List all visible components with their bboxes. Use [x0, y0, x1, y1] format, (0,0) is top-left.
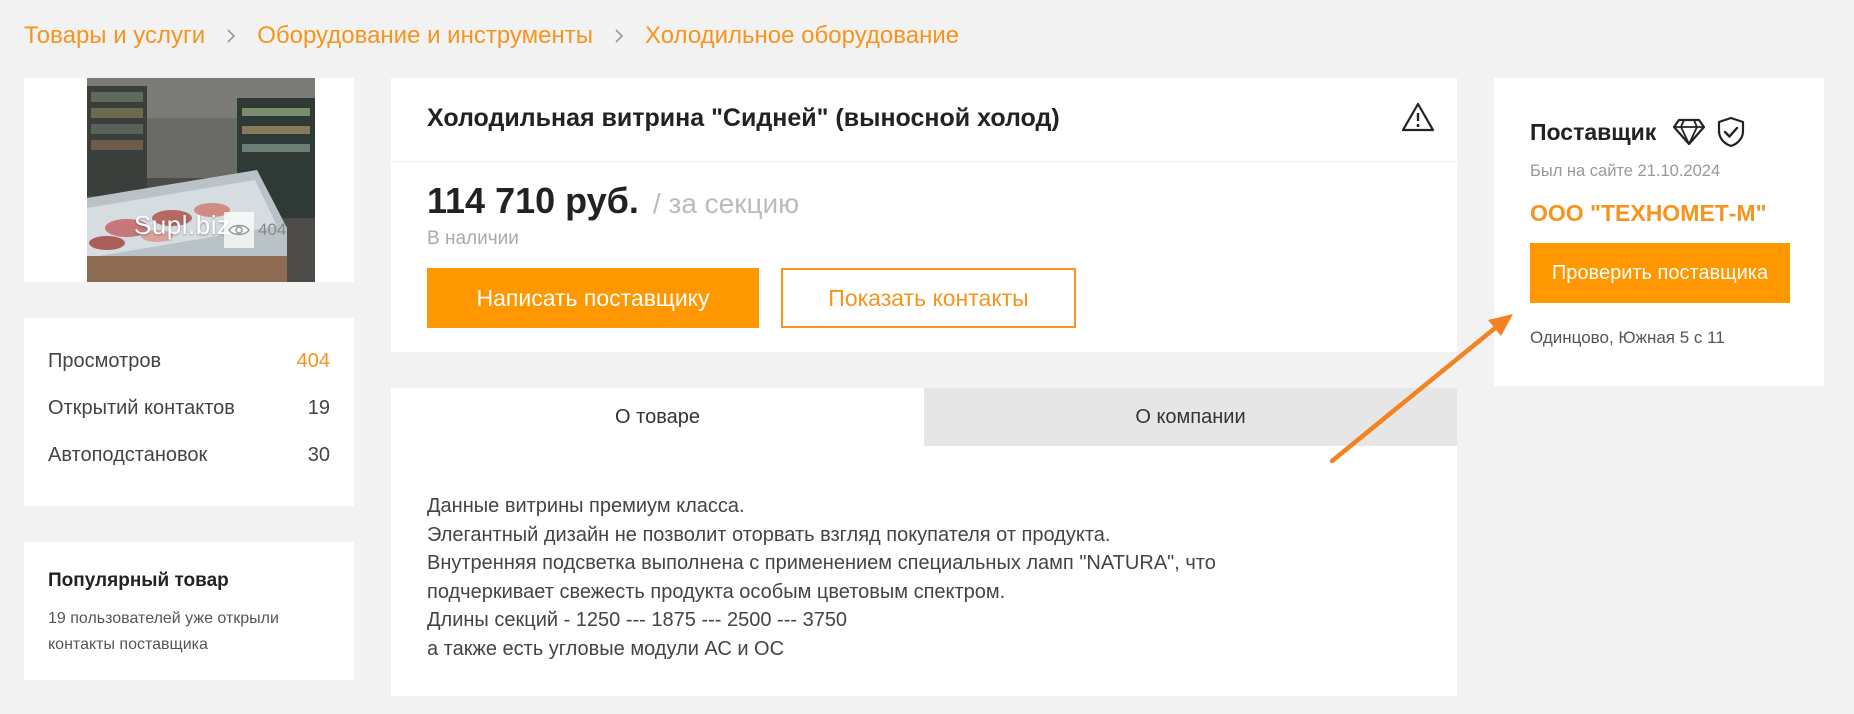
stat-value: 19	[307, 397, 330, 419]
stock-status: В наличии	[427, 228, 519, 249]
popular-title: Популярный товар	[48, 570, 229, 591]
stat-label: Автоподстановок	[48, 444, 208, 466]
popular-text: 19 пользователей уже открыли контакты по…	[48, 610, 279, 653]
breadcrumb-item-refrigeration[interactable]: Холодильное оборудование	[645, 22, 959, 50]
stat-row-views: Просмотров 404	[48, 350, 330, 373]
breadcrumb-item-goods[interactable]: Товары и услуги	[24, 22, 205, 50]
product-photo[interactable]	[87, 78, 315, 282]
supplier-card: Поставщик Был на сайте 21.10.2024 ООО "Т…	[1494, 78, 1824, 386]
breadcrumb-item-equipment[interactable]: Оборудование и инструменты	[257, 22, 593, 50]
chevron-right-icon	[614, 28, 624, 44]
last-seen: Был на сайте 21.10.2024	[1530, 162, 1721, 180]
stats-card: Просмотров 404 Открытий контактов 19 Авт…	[24, 318, 354, 506]
write-supplier-button[interactable]: Написать поставщику	[427, 268, 759, 328]
stat-row-contacts: Открытий контактов 19	[48, 397, 330, 420]
stat-value: 404	[296, 350, 330, 372]
warning-icon[interactable]	[1401, 102, 1435, 137]
divider	[391, 161, 1457, 162]
product-price: 114 710 руб.	[427, 180, 639, 221]
stat-label: Просмотров	[48, 350, 162, 372]
description-line: Данные витрины премиум класса.	[427, 495, 745, 517]
popular-card: Популярный товар 19 пользователей уже от…	[24, 542, 354, 680]
price-unit: / за секцию	[652, 188, 800, 219]
shield-check-icon	[1716, 116, 1746, 148]
breadcrumb: Товары и услуги Оборудование и инструмен…	[24, 22, 959, 50]
photo-views: 404	[224, 212, 286, 248]
supplier-title: Поставщик	[1530, 118, 1657, 145]
tabs-card: О товаре О компании Данные витрины преми…	[391, 388, 1457, 696]
chevron-right-icon	[226, 28, 236, 44]
tab-company[interactable]: О компании	[924, 388, 1457, 446]
show-contacts-button[interactable]: Показать контакты	[781, 268, 1076, 328]
description-line: Внутренняя подсветка выполнена с примене…	[427, 552, 1216, 603]
tab-product[interactable]: О товаре	[391, 388, 924, 446]
eye-icon	[224, 212, 254, 248]
description-line: Элегантный дизайн не позволит оторвать в…	[427, 523, 1111, 546]
stat-row-autosubstitutions: Автоподстановок 30	[48, 444, 330, 467]
stat-value: 30	[307, 444, 330, 466]
photo-watermark: Supl.biz	[134, 210, 231, 240]
product-title: Холодильная витрина "Сидней" (выносной х…	[427, 104, 1060, 132]
description-line: а также есть угловые модули АС и ОС	[427, 637, 785, 660]
photo-views-count: 404	[258, 220, 287, 239]
description-line: Длины секций - 1250 --- 1875 --- 2500 --…	[427, 609, 848, 631]
product-description: Данные витрины премиум класса. Элегантны…	[427, 492, 1421, 663]
product-card: Холодильная витрина "Сидней" (выносной х…	[391, 78, 1457, 352]
price-line: 114 710 руб. / за секцию	[427, 180, 799, 222]
diamond-icon	[1672, 118, 1706, 146]
supplier-address: Одинцово, Южная 5 с 11	[1530, 328, 1725, 347]
stat-label: Открытий контактов	[48, 397, 235, 419]
check-supplier-button[interactable]: Проверить поставщика	[1530, 243, 1790, 303]
product-photo-card: Supl.biz 404	[24, 78, 354, 282]
supplier-header: Поставщик	[1530, 116, 1756, 148]
company-name-link[interactable]: ООО "ТЕХНОМЕТ-М"	[1530, 200, 1766, 227]
